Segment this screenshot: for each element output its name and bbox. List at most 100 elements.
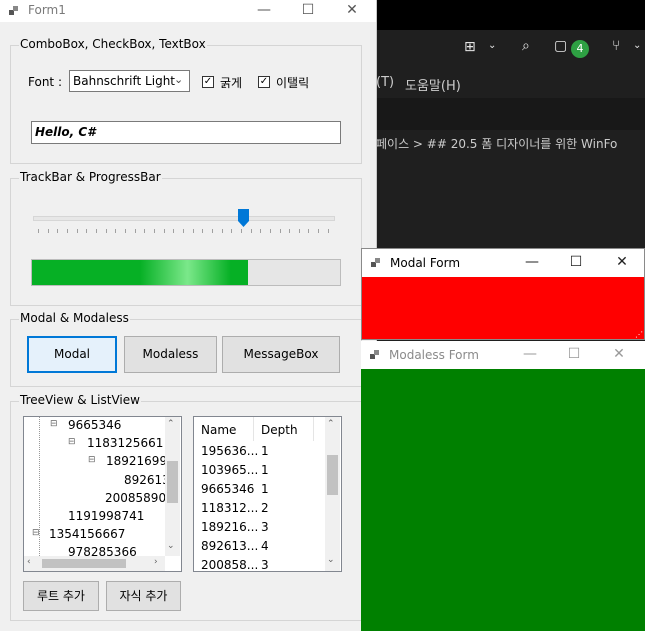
chevron-down-icon[interactable]: ⌄	[174, 73, 183, 86]
tree-node[interactable]: 9665346	[68, 418, 121, 432]
tree-node[interactable]: 18921699	[106, 454, 165, 468]
modaless-client-area	[361, 369, 645, 631]
combo-group: ComboBox, CheckBox, TextBox Font : Bahns…	[10, 37, 362, 164]
font-combobox[interactable]: Bahnschrift Light ⌄	[69, 70, 190, 92]
scroll-thumb[interactable]	[167, 461, 178, 503]
trackbar-tick	[115, 229, 117, 233]
bold-checkbox[interactable]: ✓	[202, 76, 214, 88]
add-root-button[interactable]: 루트 추가	[23, 581, 99, 611]
breadcrumb-text[interactable]: 페이스 > ## 20.5 폼 디자이너를 위한 WinFo	[376, 135, 617, 152]
column-divider[interactable]	[313, 417, 314, 441]
table-row[interactable]: 892613... 4	[194, 538, 325, 557]
trackbar-tick	[240, 229, 242, 233]
table-row[interactable]: 200858... 3	[194, 557, 325, 571]
trackbar-tick	[231, 229, 233, 233]
search-icon[interactable]: ⌕	[522, 38, 530, 54]
window-title: Form1	[28, 3, 66, 17]
column-header-depth[interactable]: Depth	[261, 423, 298, 437]
chevron-down-icon[interactable]: ⌄	[633, 40, 641, 51]
tree-node[interactable]: 892613	[124, 473, 165, 487]
trackbar-tick	[279, 229, 281, 233]
cell-depth: 1	[261, 463, 269, 477]
chevron-down-icon[interactable]: ⌄	[327, 555, 335, 565]
modaless-titlebar: Modaless Form — ☐ ✕	[361, 341, 645, 369]
table-row[interactable]: 189216... 3	[194, 519, 325, 538]
minimize-button[interactable]: —	[508, 344, 552, 366]
chevron-right-icon[interactable]: ›	[154, 557, 158, 567]
trackbar-rail[interactable]	[33, 216, 335, 221]
tree-hscrollbar[interactable]: ‹ ›	[24, 556, 165, 571]
chevron-down-icon[interactable]: ⌄	[167, 541, 175, 551]
chevron-up-icon[interactable]: ⌃	[167, 419, 175, 429]
ide-title-area	[376, 0, 645, 30]
collapse-icon[interactable]: ⊟	[50, 419, 58, 429]
trackbar-tick	[250, 229, 252, 233]
add-icon[interactable]: ⊞	[464, 39, 476, 55]
trackbar-group: TrackBar & ProgressBar	[10, 170, 362, 306]
maximize-button[interactable]: ☐	[286, 0, 330, 22]
trackbar-tick	[308, 229, 310, 233]
menu-item-help[interactable]: 도움말(H)	[405, 75, 461, 94]
cell-depth: 1	[261, 482, 269, 496]
add-child-button[interactable]: 자식 추가	[106, 581, 181, 611]
tree-node[interactable]: 978285366	[68, 545, 137, 556]
scroll-thumb[interactable]	[327, 455, 338, 495]
close-button[interactable]: ✕	[600, 252, 644, 274]
close-button[interactable]: ✕	[330, 0, 374, 22]
column-divider[interactable]	[253, 417, 254, 441]
tree-node[interactable]: 1191998741	[68, 509, 144, 523]
group-label: TrackBar & ProgressBar	[19, 170, 162, 184]
tree-node[interactable]: 20085890	[105, 491, 165, 505]
trackbar-tick	[173, 229, 175, 233]
cell-name: 103965...	[201, 463, 259, 477]
column-header-name[interactable]: Name	[201, 423, 236, 437]
table-row[interactable]: 195636... 1	[194, 443, 325, 462]
tree-node[interactable]: 1354156667	[49, 527, 125, 541]
resize-grip-icon[interactable]: ⋰	[635, 330, 643, 339]
progressbar-fill	[32, 260, 248, 285]
minimize-button[interactable]: —	[242, 0, 286, 22]
listview[interactable]: Name Depth 195636... 1 103965... 1 9665346 1 1…	[193, 416, 342, 572]
table-row[interactable]: 9665346 1	[194, 481, 325, 500]
trackbar-thumb[interactable]	[237, 209, 249, 227]
trackbar-ticks	[38, 229, 329, 234]
modaless-button[interactable]: Modaless	[124, 336, 217, 373]
cell-name: 892613...	[201, 539, 259, 553]
copilot-icon[interactable]: ▢	[554, 38, 567, 54]
messagebox-button[interactable]: MessageBox	[222, 336, 340, 373]
collapse-icon[interactable]: ⊟	[68, 437, 76, 447]
collapse-icon[interactable]: ⊟	[32, 528, 40, 538]
tree-node[interactable]: 1183125661	[87, 436, 163, 450]
ide-toolbar: ⊞ ⌄ ⌕ ▢ 4 ⑂ ⌄	[376, 30, 645, 68]
minimize-button[interactable]: —	[510, 252, 554, 274]
trackbar-tick	[289, 229, 291, 233]
chevron-down-icon[interactable]: ⌄	[488, 40, 496, 51]
list-vscrollbar[interactable]: ⌃ ⌄	[325, 417, 340, 571]
close-button[interactable]: ✕	[597, 344, 641, 366]
scroll-thumb[interactable]	[42, 559, 126, 568]
modal-button[interactable]: Modal	[27, 336, 117, 373]
cell-depth: 1	[261, 444, 269, 458]
italic-label[interactable]: 이탤릭	[276, 74, 309, 91]
trackbar-tick	[38, 229, 39, 233]
text-input[interactable]: Hello, C#	[31, 121, 341, 144]
tree-vscrollbar[interactable]: ⌃ ⌄	[165, 417, 180, 556]
maximize-button[interactable]: ☐	[552, 344, 596, 366]
modal-client-area	[362, 277, 644, 339]
maximize-button[interactable]: ☐	[554, 252, 598, 274]
treeview[interactable]: ⊟ 9665346 ⊟ 1183125661 ⊟ 18921699 892613…	[23, 416, 182, 572]
chevron-up-icon[interactable]: ⌃	[327, 419, 335, 429]
git-branch-icon[interactable]: ⑂	[612, 38, 620, 54]
modal-titlebar: Modal Form — ☐ ✕	[362, 249, 644, 277]
menu-item-tools[interactable]: (T)	[376, 75, 394, 90]
trackbar-tick	[318, 229, 320, 233]
italic-checkbox[interactable]: ✓	[258, 76, 270, 88]
trackbar-tick	[47, 229, 49, 233]
chevron-left-icon[interactable]: ‹	[27, 557, 31, 567]
trackbar-tick	[95, 229, 97, 233]
table-row[interactable]: 103965... 1	[194, 462, 325, 481]
bold-label[interactable]: 굵게	[220, 74, 242, 91]
app-icon	[370, 350, 380, 360]
table-row[interactable]: 118312... 2	[194, 500, 325, 519]
collapse-icon[interactable]: ⊟	[88, 455, 96, 465]
